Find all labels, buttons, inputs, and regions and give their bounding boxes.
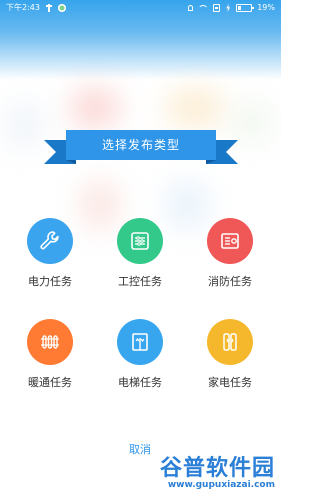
task-type-hvac[interactable]: 暖通任务 [15,319,85,390]
status-time: 下午2:43 [6,3,40,12]
wrench-icon [27,218,73,264]
background-blur [5,100,45,150]
publish-type-screen: 下午2:43 19% 选择发布类型 电力任务 工控任务 消防任务 暖通任务 电梯… [0,0,281,500]
task-type-elevator[interactable]: 电梯任务 [105,319,175,390]
task-type-label: 电力任务 [28,275,72,288]
task-type-label: 电梯任务 [118,376,162,389]
background-blur [70,88,120,128]
status-bar: 下午2:43 19% [0,0,281,16]
battery-icon [236,4,255,12]
bell-off-icon [188,5,194,11]
task-type-appliance[interactable]: 家电任务 [195,319,265,390]
charging-icon [225,4,231,12]
watermark-url: www.gupuxiazai.com [167,480,275,490]
elevator-icon [117,319,163,365]
radiator-icon [27,319,73,365]
battery-percent: 19% [257,3,275,12]
cancel-button[interactable]: 取消 [129,441,151,457]
dialog-title: 选择发布类型 [66,130,216,160]
wifi-icon [198,4,208,12]
task-type-power[interactable]: 电力任务 [15,218,85,289]
usb-icon [45,4,52,12]
task-type-fire[interactable]: 消防任务 [195,218,265,289]
background-blur [165,88,225,128]
title-ribbon: 选择发布类型 [44,130,216,164]
task-type-label: 消防任务 [208,275,252,288]
background-blur [230,100,275,145]
task-type-label: 家电任务 [208,376,252,389]
control-panel-icon [117,218,163,264]
site-watermark: 谷普软件园 www.gupuxiazai.com [160,450,275,490]
task-type-label: 工控任务 [118,275,162,288]
appliance-icon [207,319,253,365]
task-type-label: 暖通任务 [28,376,72,389]
fire-alarm-icon [207,218,253,264]
sim-icon [213,4,221,12]
task-type-industrial-control[interactable]: 工控任务 [105,218,175,289]
app-notification-icon [57,4,66,12]
watermark-title: 谷普软件园 [159,456,275,481]
